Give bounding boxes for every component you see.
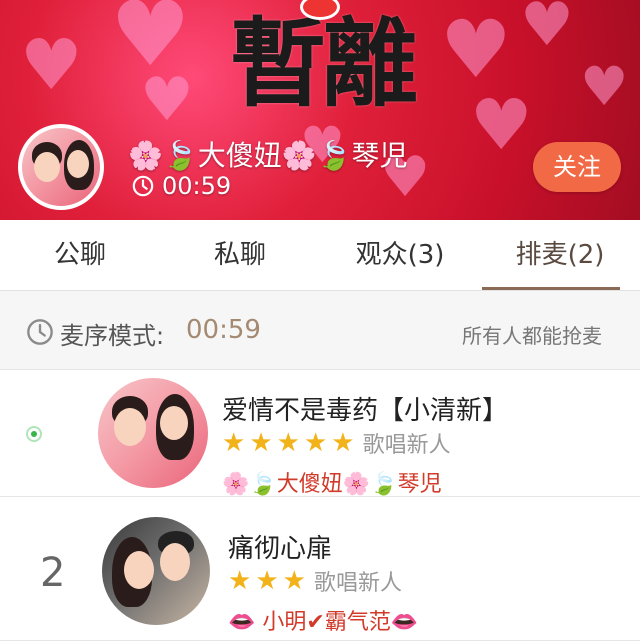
heart-decoration-icon: ♥ (20, 24, 83, 106)
banner-title: 暫離 (230, 0, 418, 125)
singer-level: 歌唱新人 (313, 571, 402, 596)
song-title: 痛彻心扉 (228, 534, 333, 564)
heart-decoration-icon: ♥ (440, 3, 512, 96)
mic-order-rule: 所有人都能抢麦 (462, 324, 602, 348)
room-timer: 00:59 (132, 172, 231, 200)
timer-text: 00:59 (162, 172, 232, 200)
singer-level: 歌唱新人 (362, 433, 451, 458)
tab-private-chat[interactable]: 私聊 (160, 220, 320, 290)
avatar[interactable] (102, 517, 210, 625)
star-rating: ★ ★ ★ 歌唱新人 (228, 565, 402, 597)
live-dot-icon (26, 426, 42, 442)
clock-icon (27, 319, 53, 345)
star-rating: ★ ★ ★ ★ ★ 歌唱新人 (222, 427, 451, 459)
star-icon: ★ (255, 566, 279, 596)
host-name: 🌸🍃大傻妞🌸🍃琴児 (128, 139, 408, 172)
follow-button[interactable]: 关注 (533, 142, 621, 192)
star-icon: ★ (276, 428, 300, 458)
room-banner: ♥ ♥ ♥ ♥ ♥ ♥ ♥ ♥ ♥ 暫離 🌸🍃大傻妞🌸🍃琴児 00:59 关注 (0, 0, 640, 220)
heart-decoration-icon: ♥ (520, 0, 574, 60)
avatar[interactable] (98, 378, 208, 488)
heart-decoration-icon: ♥ (470, 84, 533, 166)
clock-icon (132, 175, 154, 197)
star-icon: ★ (249, 428, 273, 458)
host-avatar[interactable] (18, 124, 104, 210)
singer-name: 🌸🍃大傻妞🌸🍃琴児 (222, 472, 442, 497)
singer-name: 👄 小明✔霸气范👄 (228, 610, 419, 635)
song-title: 爱情不是毒药【小清新】 (222, 396, 509, 426)
mic-order-label: 麦序模式: (60, 322, 165, 350)
star-icon: ★ (228, 566, 252, 596)
heart-decoration-icon: ♥ (140, 65, 194, 135)
tab-audience[interactable]: 观众(3) (320, 220, 480, 290)
tab-mic-queue[interactable]: 排麦(2) (480, 220, 640, 290)
star-icon: ★ (331, 428, 355, 458)
tab-bar: 公聊 私聊 观众(3) 排麦(2) (0, 220, 640, 291)
tab-public-chat[interactable]: 公聊 (0, 220, 160, 290)
banner-title-text: 暫離 (230, 7, 418, 120)
star-icon: ★ (222, 428, 246, 458)
star-icon: ★ (303, 428, 328, 458)
star-icon: ★ (282, 566, 306, 596)
heart-decoration-icon: ♥ (580, 55, 629, 118)
mic-order-time: 00:59 (186, 315, 261, 345)
queue-rank: 2 (40, 550, 66, 596)
